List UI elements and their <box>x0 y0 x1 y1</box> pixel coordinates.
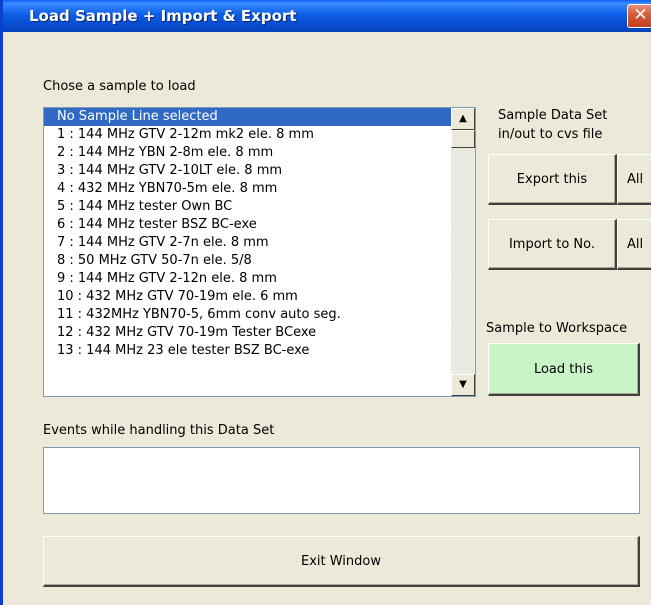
cvs-file-label: in/out to cvs file <box>498 127 603 142</box>
scroll-up-arrow-icon[interactable]: ▲ <box>451 108 475 130</box>
list-item[interactable]: 6 : 144 MHz tester BSZ BC-exe <box>44 216 451 234</box>
events-label: Events while handling this Data Set <box>43 423 275 438</box>
scroll-thumb[interactable] <box>451 130 475 148</box>
close-icon[interactable]: ✕ <box>627 4 651 28</box>
sample-listbox[interactable]: No Sample Line selected 1 : 144 MHz GTV 2… <box>43 107 476 397</box>
list-item[interactable]: 13 : 144 MHz 23 ele tester BSZ BC-exe <box>44 342 451 360</box>
list-item[interactable]: 12 : 432 MHz GTV 70-19m Tester BCexe <box>44 324 451 342</box>
list-item[interactable]: 8 : 50 MHz GTV 50-7n ele. 5/8 <box>44 252 451 270</box>
import-to-no-button[interactable]: Import to No. <box>488 219 617 270</box>
list-item[interactable]: 10 : 432 MHz GTV 70-19m ele. 6 mm <box>44 288 451 306</box>
window-title: Load Sample + Import & Export <box>29 7 297 25</box>
workspace-label: Sample to Workspace <box>486 321 628 336</box>
dialog-window: Load Sample + Import & Export ✕ Chose a … <box>0 0 651 605</box>
exit-window-button[interactable]: Exit Window <box>43 536 640 587</box>
export-this-button[interactable]: Export this <box>488 154 617 205</box>
import-all-button[interactable]: All <box>617 219 651 270</box>
load-this-button[interactable]: Load this <box>488 343 640 396</box>
list-item[interactable]: 11 : 432MHz YBN70-5, 6mm conv auto seg. <box>44 306 451 324</box>
list-item[interactable]: 9 : 144 MHz GTV 2-12n ele. 8 mm <box>44 270 451 288</box>
list-item[interactable]: 7 : 144 MHz GTV 2-7n ele. 8 mm <box>44 234 451 252</box>
list-item[interactable]: 5 : 144 MHz tester Own BC <box>44 198 451 216</box>
list-item[interactable]: 1 : 144 MHz GTV 2-12m mk2 ele. 8 mm <box>44 126 451 144</box>
list-item[interactable]: 2 : 144 MHz YBN 2-8m ele. 8 mm <box>44 144 451 162</box>
list-item[interactable]: No Sample Line selected <box>44 108 451 126</box>
export-all-button[interactable]: All <box>617 154 651 205</box>
list-item[interactable]: 3 : 144 MHz GTV 2-10LT ele. 8 mm <box>44 162 451 180</box>
scroll-down-arrow-icon[interactable]: ▼ <box>451 374 475 396</box>
title-bar[interactable]: Load Sample + Import & Export ✕ <box>3 0 651 32</box>
list-scrollbar[interactable]: ▲ ▼ <box>451 108 475 396</box>
sample-list-label: Chose a sample to load <box>43 79 196 94</box>
events-textbox[interactable] <box>43 447 640 514</box>
sample-list-items: No Sample Line selected 1 : 144 MHz GTV 2… <box>44 108 451 360</box>
list-item[interactable]: 4 : 432 MHz YBN70-5m ele. 8 mm <box>44 180 451 198</box>
sample-data-set-label: Sample Data Set <box>498 108 608 123</box>
